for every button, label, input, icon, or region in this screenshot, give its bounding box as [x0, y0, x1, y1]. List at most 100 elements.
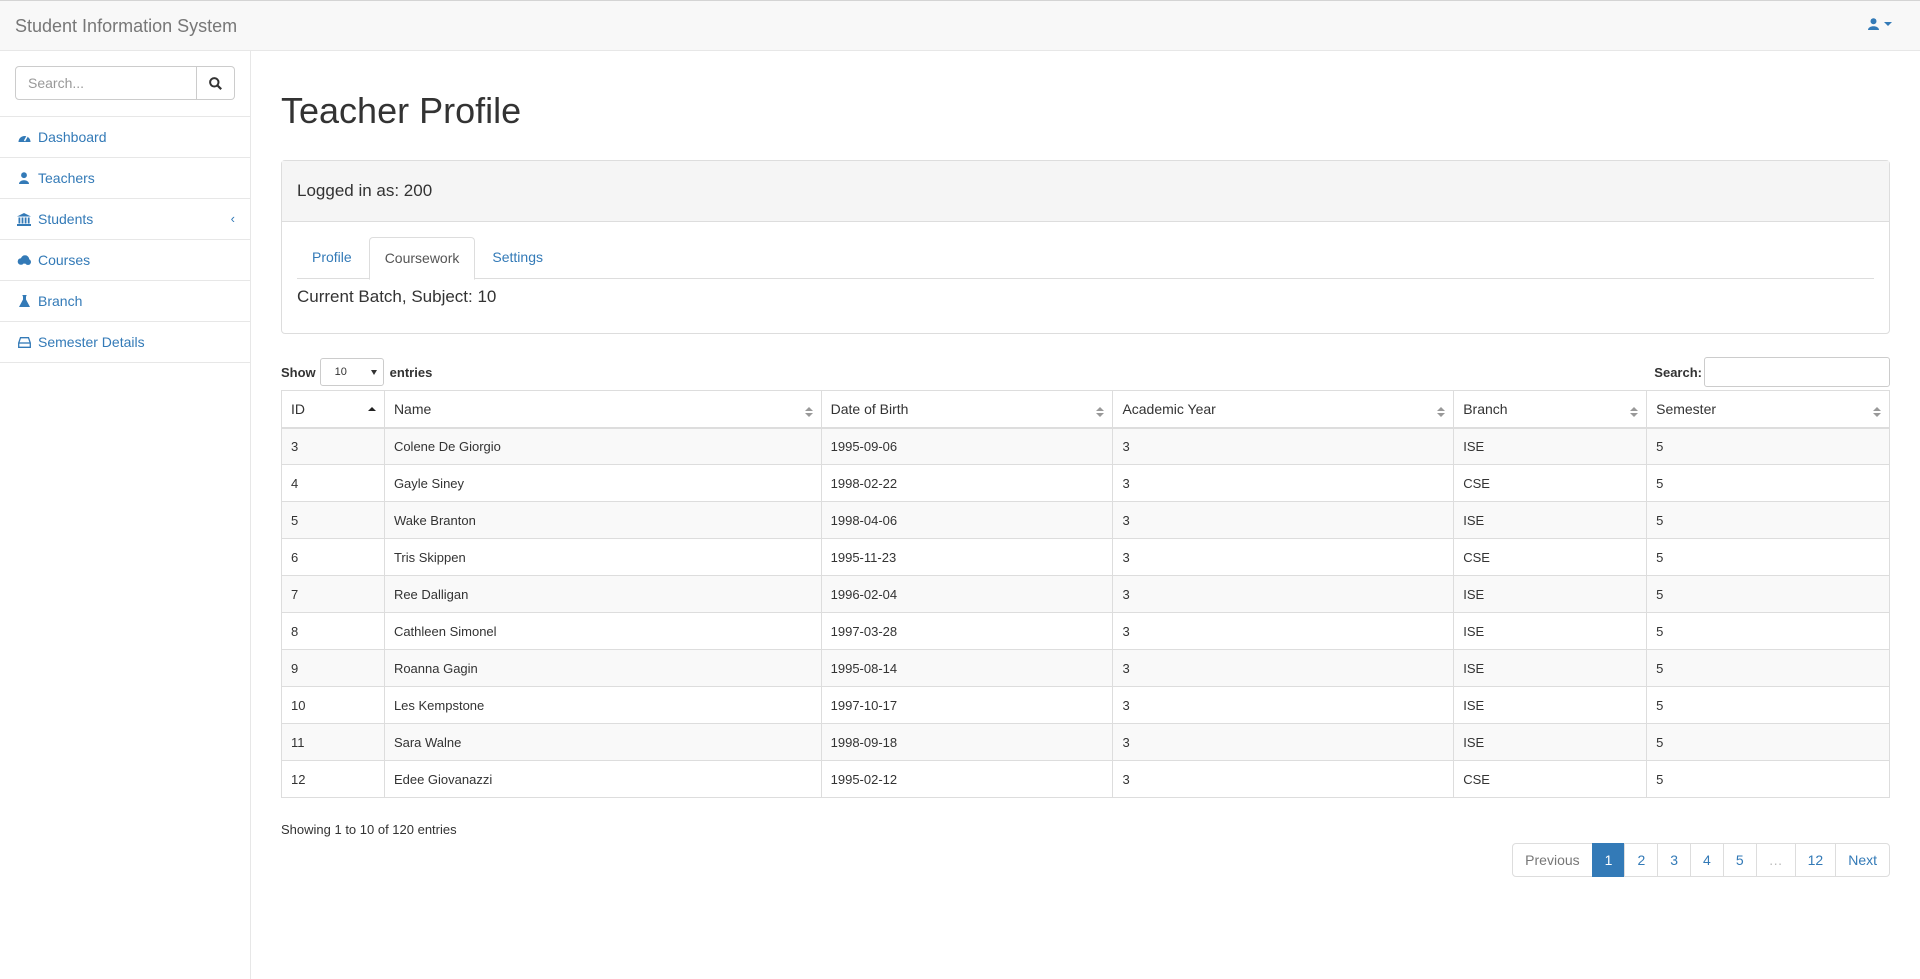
table-search-input[interactable] — [1704, 357, 1890, 387]
table-cell: 1998-04-06 — [820, 501, 1114, 539]
table-cell: ISE — [1453, 501, 1648, 539]
column-header-name[interactable]: Name — [383, 390, 822, 429]
table-cell: 3 — [1112, 501, 1455, 539]
table-cell: 11 — [281, 723, 385, 761]
sidebar-search — [0, 51, 250, 117]
institution-icon — [17, 212, 31, 226]
sidebar-item-label: Teachers — [38, 170, 95, 186]
app-title[interactable]: Student Information System — [15, 16, 237, 37]
search-input[interactable] — [15, 66, 197, 100]
page-button-4[interactable]: 4 — [1690, 843, 1724, 877]
chevron-down-icon — [1884, 22, 1892, 26]
page-button-5[interactable]: 5 — [1722, 843, 1757, 877]
table-cell: 4 — [281, 464, 385, 502]
table-row: 6 Tris Skippen 1995-11-23 3 CSE 5 — [281, 538, 1890, 576]
search-icon — [209, 76, 222, 90]
table-cell: ISE — [1453, 723, 1648, 761]
table-cell: 5 — [1646, 501, 1890, 539]
table-cell: 10 — [281, 686, 385, 724]
table-cell: 1995-09-06 — [820, 427, 1114, 465]
table-cell: Gayle Siney — [383, 464, 822, 502]
table-cell: 1997-10-17 — [820, 686, 1114, 724]
sidebar-item-students[interactable]: Students ‹ — [0, 199, 250, 240]
table-cell: 5 — [1646, 427, 1890, 465]
table-row: 8 Cathleen Simonel 1997-03-28 3 ISE 5 — [281, 612, 1890, 650]
user-menu[interactable] — [1868, 18, 1892, 30]
column-header-label: Semester — [1656, 400, 1717, 417]
column-header-label: Branch — [1463, 400, 1508, 417]
table-row: 9 Roanna Gagin 1995-08-14 3 ISE 5 — [281, 649, 1890, 687]
sidebar-item-label: Students — [38, 211, 94, 227]
chevron-left-icon[interactable]: ‹ — [231, 211, 235, 226]
page-button-1[interactable]: 1 — [1591, 843, 1626, 877]
table-cell: 3 — [1112, 686, 1455, 724]
table-cell: 1995-02-12 — [820, 760, 1114, 798]
profile-panel: Logged in as: 200 Profile Coursework Set… — [281, 160, 1890, 334]
column-header-label: ID — [291, 400, 305, 417]
pagination-ellipsis: … — [1755, 843, 1796, 877]
table-cell: 1995-08-14 — [820, 649, 1114, 687]
table-row: 12 Edee Giovanazzi 1995-02-12 3 CSE 5 — [281, 760, 1890, 798]
page-button-2[interactable]: 2 — [1624, 843, 1659, 877]
next-page-button[interactable]: Next — [1835, 843, 1890, 877]
chevron-down-icon — [370, 370, 377, 375]
table-cell: 3 — [1112, 427, 1455, 465]
column-header-academic-year[interactable]: Academic Year — [1112, 390, 1455, 429]
sort-ascending-icon — [367, 405, 376, 417]
length-control: Show 10 entries — [281, 357, 432, 387]
sidebar-item-branch[interactable]: Branch — [0, 281, 250, 322]
user-icon — [17, 171, 31, 185]
table-cell: 3 — [1112, 723, 1455, 761]
table-row: 7 Ree Dalligan 1996-02-04 3 ISE 5 — [281, 575, 1890, 613]
sidebar-item-dashboard[interactable]: Dashboard — [0, 117, 250, 158]
current-batch-subject: Current Batch, Subject: 10 — [297, 287, 497, 306]
dashboard-icon — [17, 130, 31, 144]
flask-icon — [17, 294, 31, 308]
entries-select[interactable]: 10 — [319, 358, 384, 386]
sidebar-item-teachers[interactable]: Teachers — [0, 158, 250, 199]
sort-both-icon — [1630, 405, 1639, 417]
page-button-12[interactable]: 12 — [1794, 843, 1837, 877]
table-cell: 1998-09-18 — [820, 723, 1114, 761]
tab-profile[interactable]: Profile — [297, 237, 367, 279]
table-cell: 8 — [281, 612, 385, 650]
sidebar-item-courses[interactable]: Courses — [0, 240, 250, 281]
students-table: ID Name Date of Birth Academic Year Branch Se… — [281, 390, 1890, 798]
sidebar-item-label: Dashboard — [38, 129, 107, 145]
sidebar-item-label: Branch — [38, 293, 83, 309]
table-cell: Colene De Giorgio — [383, 427, 822, 465]
table-cell: 7 — [281, 575, 385, 613]
tab-settings[interactable]: Settings — [477, 237, 558, 279]
table-cell: Tris Skippen — [383, 538, 822, 576]
table-cell: 3 — [1112, 538, 1455, 576]
table-row: 5 Wake Branton 1998-04-06 3 ISE 5 — [281, 501, 1890, 539]
table-cell: CSE — [1453, 464, 1648, 502]
column-header-date-of-birth[interactable]: Date of Birth — [820, 390, 1114, 429]
user-icon — [1868, 18, 1879, 30]
table-cell: 12 — [281, 760, 385, 798]
table-cell: 5 — [1646, 575, 1890, 613]
table-cell: Ree Dalligan — [383, 575, 822, 613]
sort-both-icon — [1096, 405, 1105, 417]
table-cell: Edee Giovanazzi — [383, 760, 822, 798]
table-cell: ISE — [1453, 649, 1648, 687]
main-content: Teacher Profile Logged in as: 200 Profil… — [281, 51, 1890, 877]
column-header-branch[interactable]: Branch — [1453, 390, 1648, 429]
table-cell: Roanna Gagin — [383, 649, 822, 687]
table-cell: Sara Walne — [383, 723, 822, 761]
tab-coursework[interactable]: Coursework — [368, 237, 476, 280]
cloud-icon — [17, 253, 31, 267]
search-button[interactable] — [197, 66, 235, 100]
page-button-3[interactable]: 3 — [1657, 843, 1692, 877]
top-navbar: Student Information System — [0, 0, 1920, 51]
table-cell: 1997-03-28 — [820, 612, 1114, 650]
table-cell: 1995-11-23 — [820, 538, 1114, 576]
sidebar-item-semester-details[interactable]: Semester Details — [0, 322, 250, 363]
previous-page-button[interactable]: Previous — [1512, 843, 1593, 877]
column-header-semester[interactable]: Semester — [1646, 390, 1890, 429]
entries-select-value: 10 — [334, 366, 347, 378]
column-header-id[interactable]: ID — [281, 390, 385, 429]
column-header-label: Date of Birth — [830, 400, 909, 417]
sort-both-icon — [1437, 405, 1446, 417]
table-cell: 3 — [281, 427, 385, 465]
